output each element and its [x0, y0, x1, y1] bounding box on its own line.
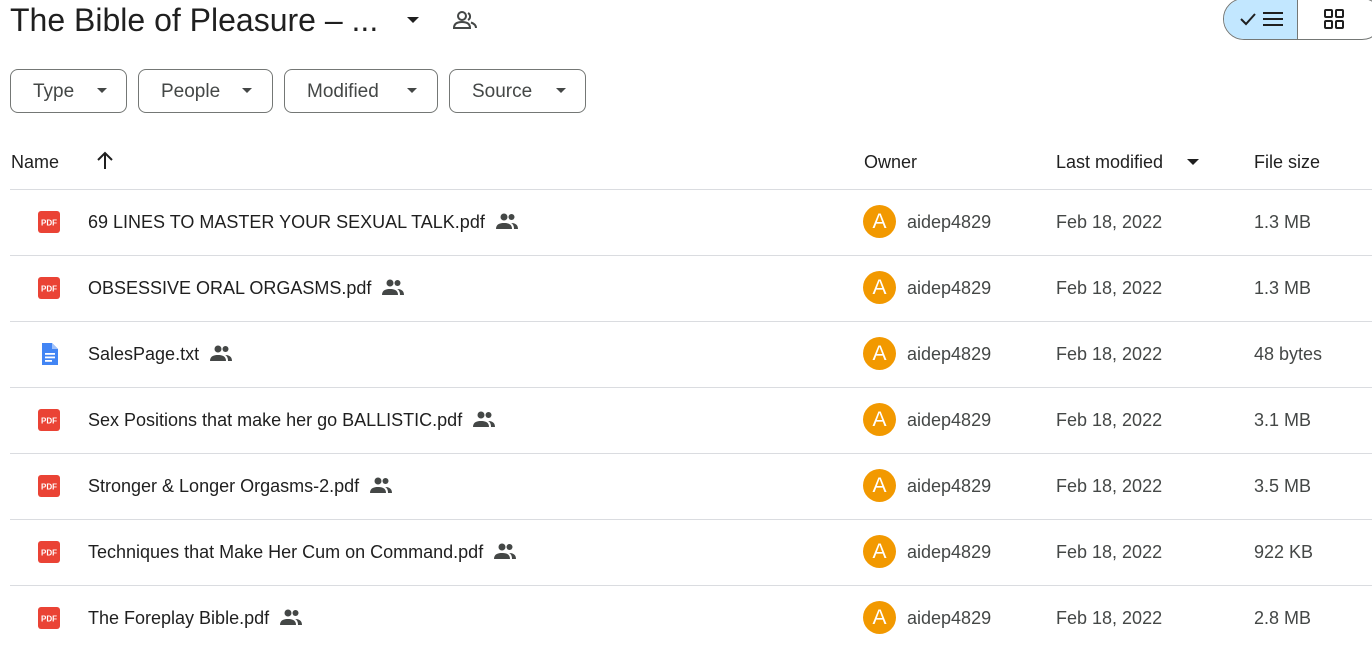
owner-name: aidep4829 — [907, 212, 992, 232]
owner-avatar[interactable]: A — [863, 337, 896, 370]
column-owner-header[interactable]: Owner — [864, 150, 917, 174]
last-modified: Feb 18, 2022 — [1056, 344, 1163, 364]
owner-name: aidep4829 — [907, 410, 992, 430]
file-name: The Foreplay Bible.pdf — [88, 606, 303, 630]
check-icon — [1240, 13, 1256, 26]
column-last-modified-header[interactable]: Last modified — [1056, 150, 1163, 174]
owner-name: aidep4829 — [907, 542, 992, 562]
list-icon — [1262, 12, 1283, 26]
file-row[interactable]: PDF The Foreplay Bible.pdf A aidep4829 F… — [10, 585, 1372, 651]
grid-view-button[interactable] — [1298, 0, 1372, 39]
owner-avatar[interactable]: A — [863, 403, 896, 436]
file-name: OBSESSIVE ORAL ORGASMS.pdf — [88, 276, 405, 300]
pdf-file-icon: PDF — [38, 475, 60, 497]
pdf-file-icon: PDF — [38, 277, 60, 299]
caret-down-icon[interactable] — [1186, 157, 1200, 167]
filter-source-label: Source — [472, 81, 533, 102]
filter-modified-chip[interactable]: Modified — [284, 69, 438, 113]
file-name: Stronger & Longer Orgasms-2.pdf — [88, 474, 393, 498]
svg-text:PDF: PDF — [41, 615, 57, 624]
file-name: 69 LINES TO MASTER YOUR SEXUAL TALK.pdf — [88, 210, 519, 234]
file-name: Techniques that Make Her Cum on Command.… — [88, 540, 517, 564]
pdf-file-icon: PDF — [38, 211, 60, 233]
pdf-file-icon: PDF — [38, 409, 60, 431]
column-name-header[interactable]: Name — [11, 150, 59, 174]
file-size: 1.3 MB — [1254, 212, 1312, 232]
pdf-file-icon: PDF — [38, 541, 60, 563]
svg-text:PDF: PDF — [41, 285, 57, 294]
text-document-icon — [42, 343, 58, 365]
caret-down-icon — [97, 88, 107, 93]
people-outline-icon — [452, 11, 477, 29]
shared-people-icon — [210, 345, 233, 361]
file-row[interactable]: PDF Sex Positions that make her go BALLI… — [10, 387, 1372, 453]
column-file-size-header[interactable]: File size — [1254, 150, 1320, 174]
shared-people-icon — [280, 609, 303, 625]
caret-down-icon — [242, 88, 252, 93]
owner-name: aidep4829 — [907, 344, 992, 364]
svg-text:PDF: PDF — [41, 549, 57, 558]
last-modified: Feb 18, 2022 — [1056, 410, 1163, 430]
file-row[interactable]: PDF 69 LINES TO MASTER YOUR SEXUAL TALK.… — [10, 189, 1372, 255]
folder-title[interactable]: The Bible of Pleasure – ... — [10, 0, 378, 40]
file-row[interactable]: PDF Stronger & Longer Orgasms-2.pdf A ai… — [10, 453, 1372, 519]
grid-icon — [1324, 9, 1345, 29]
arrow-up-icon[interactable] — [94, 150, 116, 172]
file-row[interactable]: SalesPage.txt A aidep4829 Feb 18, 2022 4… — [10, 321, 1372, 387]
owner-avatar[interactable]: A — [863, 205, 896, 238]
filter-type-chip[interactable]: Type — [10, 69, 127, 113]
last-modified: Feb 18, 2022 — [1056, 476, 1163, 496]
shared-people-icon — [494, 543, 517, 559]
file-row[interactable]: PDF Techniques that Make Her Cum on Comm… — [10, 519, 1372, 585]
svg-text:PDF: PDF — [41, 417, 57, 426]
file-size: 1.3 MB — [1254, 278, 1312, 298]
filter-modified-label: Modified — [307, 81, 379, 102]
shared-people-icon — [382, 279, 405, 295]
owner-name: aidep4829 — [907, 278, 992, 298]
filter-type-label: Type — [33, 81, 75, 102]
file-row[interactable]: PDF OBSESSIVE ORAL ORGASMS.pdf A aidep48… — [10, 255, 1372, 321]
last-modified: Feb 18, 2022 — [1056, 542, 1163, 562]
file-name: Sex Positions that make her go BALLISTIC… — [88, 408, 496, 432]
owner-avatar[interactable]: A — [863, 535, 896, 568]
filter-people-label: People — [161, 81, 221, 102]
owner-avatar[interactable]: A — [863, 469, 896, 502]
owner-avatar[interactable]: A — [863, 601, 896, 634]
filter-source-chip[interactable]: Source — [449, 69, 586, 113]
header: The Bible of Pleasure – ... — [0, 0, 1372, 42]
shared-people-icon — [473, 411, 496, 427]
file-size: 3.5 MB — [1254, 476, 1312, 496]
shared-people-icon — [370, 477, 393, 493]
filter-people-chip[interactable]: People — [138, 69, 273, 113]
caret-down-icon[interactable] — [402, 10, 424, 30]
owner-name: aidep4829 — [907, 476, 992, 496]
caret-down-icon — [556, 88, 566, 93]
file-name: SalesPage.txt — [88, 342, 233, 366]
svg-text:PDF: PDF — [41, 219, 57, 228]
view-toggle — [1223, 0, 1372, 40]
pdf-file-icon: PDF — [38, 607, 60, 629]
owner-avatar[interactable]: A — [863, 271, 896, 304]
file-size: 922 KB — [1254, 542, 1314, 562]
file-size: 3.1 MB — [1254, 410, 1312, 430]
owner-name: aidep4829 — [907, 608, 992, 628]
file-size: 2.8 MB — [1254, 608, 1312, 628]
list-view-button[interactable] — [1224, 0, 1299, 39]
last-modified: Feb 18, 2022 — [1056, 278, 1163, 298]
last-modified: Feb 18, 2022 — [1056, 608, 1163, 628]
svg-text:PDF: PDF — [41, 483, 57, 492]
shared-people-icon — [495, 213, 518, 229]
file-size: 48 bytes — [1254, 344, 1323, 364]
caret-down-icon — [407, 88, 417, 93]
last-modified: Feb 18, 2022 — [1056, 212, 1163, 232]
